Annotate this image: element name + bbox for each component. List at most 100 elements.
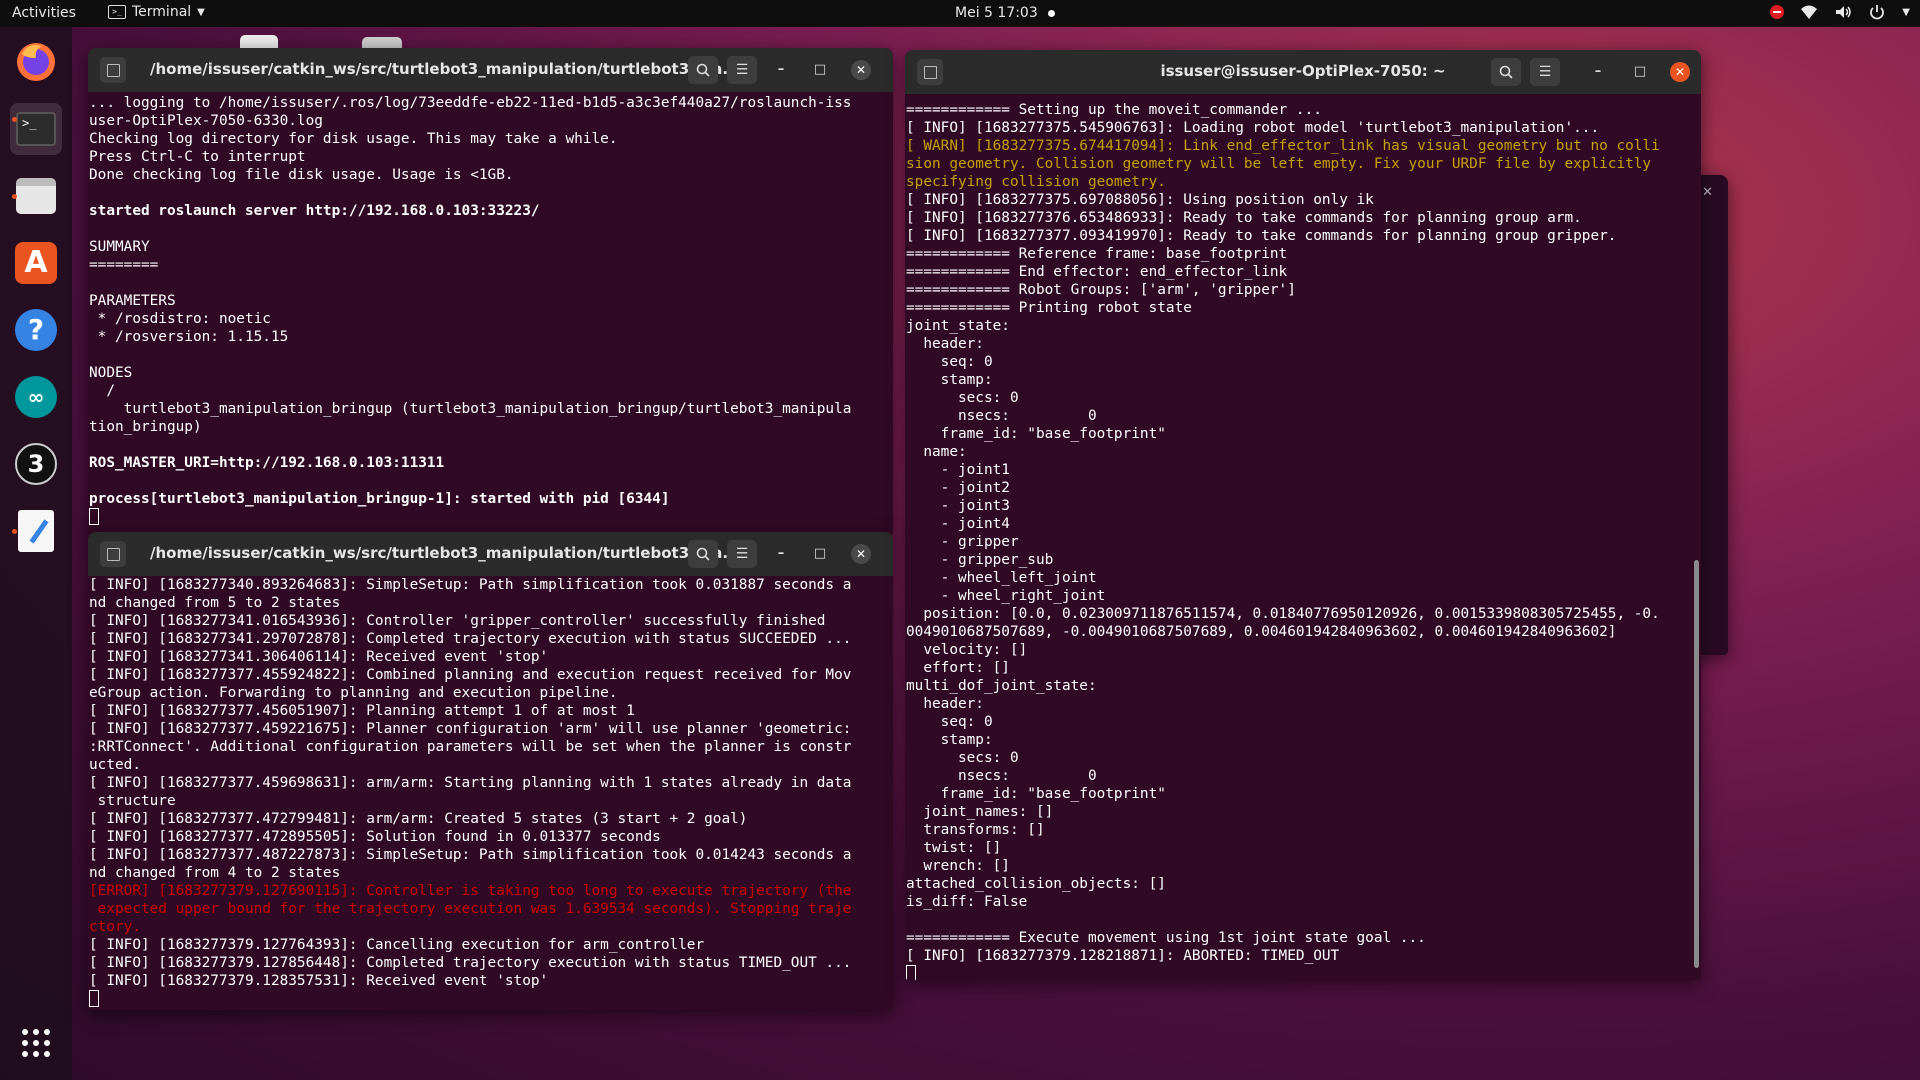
close-icon[interactable]: ✕ [1702, 185, 1713, 200]
terminal-line: ============ Reference frame: base_footp… [906, 246, 1288, 262]
files-icon[interactable] [10, 170, 62, 222]
terminal-line: turtlebot3_manipulation_bringup (turtleb… [89, 401, 852, 417]
terminal-output[interactable]: ============ Setting up the moveit_comma… [905, 99, 1701, 980]
minimize-button[interactable]: – [771, 544, 791, 564]
terminal-icon[interactable]: >_ [10, 103, 62, 155]
terminal-line: Done checking log file disk usage. Usage… [89, 167, 514, 183]
terminal-line: twist: [] [906, 840, 1002, 856]
terminal-line: ============ Execute movement using 1st … [906, 930, 1426, 946]
menu-button[interactable]: ☰ [727, 540, 757, 568]
minimize-button[interactable]: – [1588, 62, 1608, 82]
terminal-line: [ INFO] [1683277379.127856448]: Complete… [89, 955, 852, 971]
search-icon [1499, 65, 1513, 79]
terminal-line: multi_dof_joint_state: [906, 678, 1097, 694]
volume-icon[interactable] [1834, 3, 1852, 21]
terminal-line: user-OptiPlex-7050-6330.log [89, 113, 323, 129]
terminal-line: - gripper [906, 534, 1019, 550]
menu-button[interactable]: ☰ [727, 56, 757, 84]
terminal-line: seq: 0 [906, 714, 993, 730]
terminal-line: [ INFO] [1683277375.545906763]: Loading … [906, 120, 1600, 136]
terminal-line: nd changed from 5 to 2 states [89, 595, 341, 611]
new-tab-button[interactable] [100, 57, 126, 83]
terminal-line: [ INFO] [1683277379.128357531]: Received… [89, 973, 549, 989]
software-center-icon[interactable]: A [10, 237, 62, 289]
search-icon [696, 63, 710, 77]
notification-dot-icon [1047, 9, 1055, 17]
terminal-prompt-line[interactable] [89, 990, 893, 1008]
terminal-line: effort: [] [906, 660, 1010, 676]
terminal-line: transforms: [] [906, 822, 1045, 838]
hamburger-icon: ☰ [735, 546, 749, 562]
window-header[interactable]: /home/issuser/catkin_ws/src/turtlebot3_m… [88, 532, 893, 576]
activities-button[interactable]: Activities [12, 5, 76, 21]
window-header[interactable]: /home/issuser/catkin_ws/src/turtlebot3_m… [88, 48, 893, 92]
app-menu[interactable]: >_ Terminal ▼ [108, 4, 205, 20]
maximize-button[interactable]: □ [1630, 62, 1650, 82]
terminal-line: ctory. [89, 919, 141, 935]
arduino-icon[interactable]: ∞ [10, 371, 62, 423]
power-icon[interactable] [1868, 3, 1886, 21]
close-button[interactable]: ✕ [851, 544, 871, 564]
new-tab-button[interactable] [100, 541, 126, 567]
terminal-line: * /rosdistro: noetic [89, 311, 271, 327]
terminal-line: process[turtlebot3_manipulation_bringup-… [89, 491, 670, 507]
dock: >_ A ? ∞ 3 [0, 27, 72, 1080]
maximize-button[interactable]: □ [810, 544, 830, 564]
terminal-line: [ INFO] [1683277377.093419970]: Ready to… [906, 228, 1617, 244]
terminal-output[interactable]: ... logging to /home/issuser/.ros/log/73… [88, 92, 893, 536]
terminal-line: ROS_MASTER_URI=http://192.168.0.103:1131… [89, 455, 445, 471]
search-button[interactable] [1491, 58, 1521, 86]
terminal-line: - joint2 [906, 480, 1010, 496]
terminal-line: joint_names: [] [906, 804, 1054, 820]
terminal-line: [ INFO] [1683277377.459698631]: arm/arm:… [89, 775, 852, 791]
terminal-line: nsecs: 0 [906, 408, 1097, 424]
new-tab-button[interactable] [917, 59, 943, 85]
running-indicator [12, 117, 17, 122]
menu-button[interactable]: ☰ [1530, 58, 1560, 86]
terminal-line: wrench: [] [906, 858, 1010, 874]
terminal-line: NODES [89, 365, 133, 381]
search-button[interactable] [688, 56, 718, 84]
maximize-button[interactable]: □ [810, 60, 830, 80]
terminal-line: nsecs: 0 [906, 768, 1097, 784]
do-not-disturb-icon[interactable] [1770, 5, 1785, 19]
terminal-line: started roslaunch server http://192.168.… [89, 203, 540, 219]
terminal-line: is_diff: False [906, 894, 1028, 910]
search-button[interactable] [688, 540, 718, 568]
scrollbar[interactable] [1694, 560, 1699, 968]
window-header[interactable]: issuser@issuser-OptiPlex-7050: ~ ☰ – □ ✕ [905, 50, 1701, 94]
terminal-line: frame_id: "base_footprint" [906, 786, 1166, 802]
blender-icon[interactable]: 3 [10, 438, 62, 490]
terminal-line: PARAMETERS [89, 293, 176, 309]
minimize-button[interactable]: – [771, 60, 791, 80]
terminal-line: [ INFO] [1683277377.455924822]: Combined… [89, 667, 852, 683]
app-grid-icon[interactable] [20, 1027, 52, 1059]
terminal-line: tion_bringup) [89, 419, 202, 435]
wifi-icon[interactable] [1800, 3, 1818, 21]
system-tray[interactable]: ▼ [1770, 3, 1910, 21]
terminal-window-roslaunch[interactable]: /home/issuser/catkin_ws/src/turtlebot3_m… [88, 48, 893, 536]
chevron-down-icon: ▼ [197, 6, 205, 18]
clock[interactable]: Mei 5 17:03 [955, 5, 1055, 21]
close-button[interactable]: ✕ [851, 60, 871, 80]
terminal-window-movegroup[interactable]: /home/issuser/catkin_ws/src/turtlebot3_m… [88, 532, 893, 1010]
terminal-line: specifying collision geometry. [906, 174, 1166, 190]
firefox-icon[interactable] [10, 36, 62, 88]
terminal-line: header: [906, 336, 984, 352]
terminal-window-moveit[interactable]: issuser@issuser-OptiPlex-7050: ~ ☰ – □ ✕… [905, 50, 1701, 980]
running-indicator [12, 194, 17, 199]
terminal-output[interactable]: [ INFO] [1683277340.893264683]: SimpleSe… [88, 574, 893, 1010]
terminal-line: ============ Robot Groups: ['arm', 'grip… [906, 282, 1296, 298]
top-bar: Activities >_ Terminal ▼ Mei 5 17:03 ▼ [0, 0, 1920, 27]
terminal-prompt-line[interactable] [89, 508, 893, 526]
close-button[interactable]: ✕ [1670, 62, 1690, 82]
text-editor-icon[interactable] [10, 505, 62, 557]
terminal-line: Press Ctrl-C to interrupt [89, 149, 306, 165]
terminal-line: secs: 0 [906, 750, 1019, 766]
help-icon[interactable]: ? [10, 304, 62, 356]
chevron-down-icon[interactable]: ▼ [1902, 7, 1910, 18]
terminal-prompt-line[interactable] [906, 965, 1701, 980]
